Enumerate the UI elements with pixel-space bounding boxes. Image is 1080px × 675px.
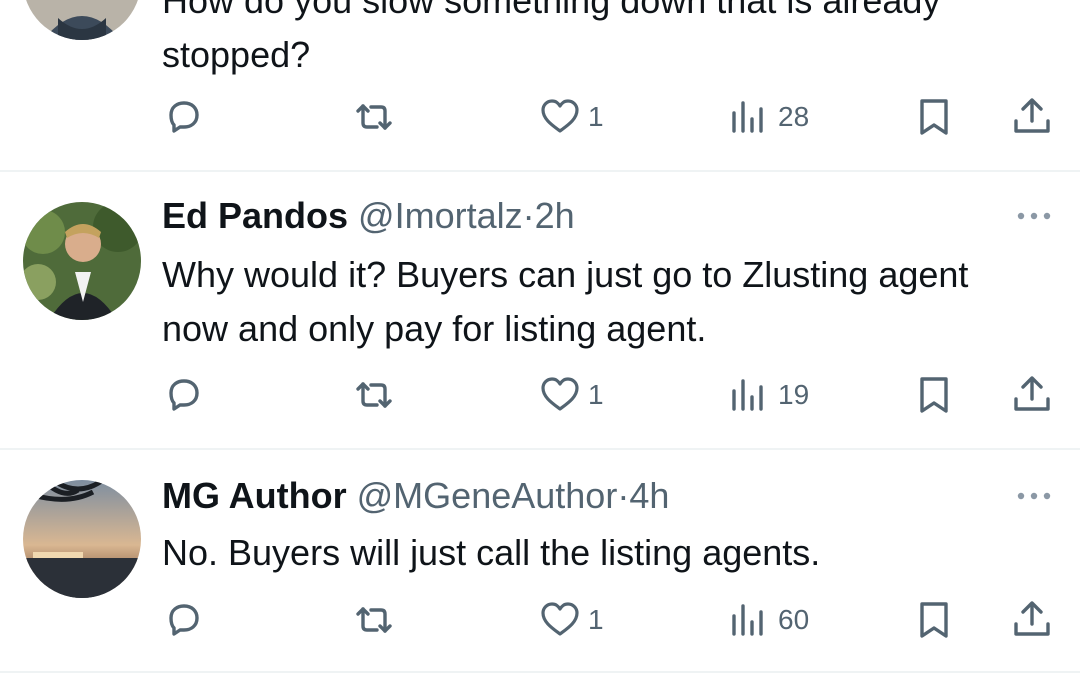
views-button[interactable]: 60 [728, 598, 809, 642]
more-button[interactable] [1012, 480, 1056, 512]
more-icon [1017, 492, 1051, 500]
share-icon [1014, 376, 1050, 411]
bookmark-icon [920, 99, 948, 135]
retweet-button[interactable] [352, 95, 402, 139]
bookmark-icon [920, 602, 948, 638]
bookmark-button[interactable] [912, 598, 956, 642]
share-button[interactable] [1010, 373, 1054, 417]
views-icon [732, 101, 763, 133]
view-count: 28 [778, 101, 810, 132]
view-count: 19 [778, 379, 810, 410]
like-button[interactable]: 1 [538, 373, 604, 417]
share-button[interactable] [1010, 95, 1054, 139]
more-icon [1017, 212, 1051, 220]
tweet-text: No. Buyers will just call the listing ag… [162, 532, 821, 573]
share-icon [1014, 601, 1050, 636]
tweet-actions: 1 28 [0, 95, 1080, 139]
heart-icon [541, 602, 579, 636]
retweet-button[interactable] [352, 373, 402, 417]
heart-icon [541, 99, 579, 133]
timestamp[interactable]: 2h [535, 195, 575, 236]
more-button[interactable] [1012, 200, 1056, 232]
separator-dot: · [617, 475, 630, 516]
retweet-icon [356, 104, 392, 130]
retweet-icon [356, 382, 392, 408]
retweet-button[interactable] [352, 598, 402, 642]
views-icon [732, 379, 763, 411]
avatar[interactable] [23, 202, 141, 320]
tweet-actions: 1 19 [0, 373, 1080, 417]
author-name[interactable]: MG Author [162, 475, 347, 516]
heart-icon [541, 377, 579, 411]
tweet-text: Why would it? Buyers can just go to Zlus… [162, 254, 969, 349]
separator-dot: · [522, 195, 535, 236]
timestamp[interactable]: 4h [629, 475, 669, 516]
views-button[interactable]: 28 [728, 95, 809, 139]
reply-button[interactable] [162, 373, 212, 417]
tweet-header: Ed Pandos @Imortalz·2h [162, 194, 575, 238]
views-button[interactable]: 19 [728, 373, 809, 417]
tweet[interactable]: MG Author @MGeneAuthor·4h No. Buyers wil… [0, 450, 1080, 670]
reply-icon [169, 101, 199, 133]
tweet[interactable]: Ed Pandos @Imortalz·2h Why would it? Buy… [0, 172, 1080, 448]
tweet-header: MG Author @MGeneAuthor·4h [162, 474, 669, 518]
bookmark-button[interactable] [912, 373, 956, 417]
view-count: 60 [778, 604, 810, 635]
reply-icon [169, 604, 199, 636]
like-button[interactable]: 1 [538, 95, 604, 139]
reply-button[interactable] [162, 95, 212, 139]
author-handle[interactable]: @MGeneAuthor [357, 475, 618, 516]
bookmark-icon [920, 377, 948, 413]
author-name[interactable]: Ed Pandos [162, 195, 348, 236]
tweet-actions: 1 60 [0, 598, 1080, 642]
author-handle[interactable]: @Imortalz [358, 195, 523, 236]
bookmark-button[interactable] [912, 95, 956, 139]
tweet-text: How do you slow something down that is a… [162, 0, 941, 75]
tweet-divider [0, 671, 1080, 673]
avatar[interactable] [23, 480, 141, 598]
retweet-icon [356, 607, 392, 633]
like-count: 1 [588, 101, 604, 132]
like-count: 1 [588, 379, 604, 410]
tweet[interactable]: How do you slow something down that is a… [0, 0, 1080, 170]
reply-button[interactable] [162, 598, 212, 642]
views-icon [732, 604, 763, 636]
like-button[interactable]: 1 [538, 598, 604, 642]
reply-icon [169, 379, 199, 411]
avatar[interactable] [23, 0, 141, 40]
like-count: 1 [588, 604, 604, 635]
share-icon [1014, 98, 1050, 133]
share-button[interactable] [1010, 598, 1054, 642]
